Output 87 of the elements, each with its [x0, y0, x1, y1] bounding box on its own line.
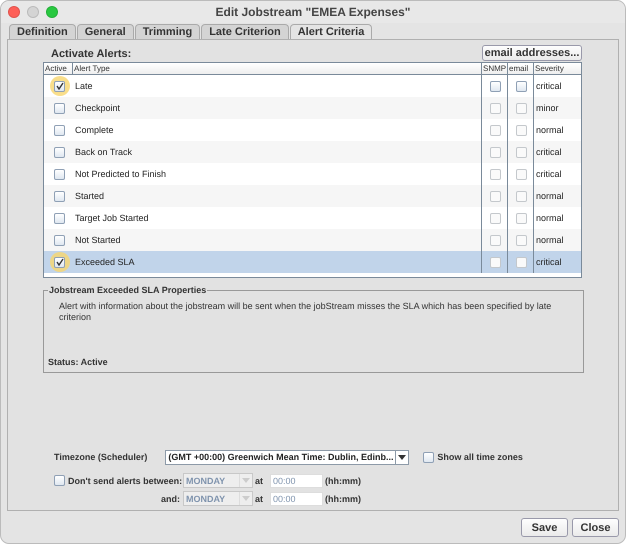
checkbox[interactable]: [54, 190, 65, 202]
save-button[interactable]: Save: [521, 518, 568, 537]
tab[interactable]: Definition: [9, 24, 76, 39]
checkbox[interactable]: [516, 80, 527, 92]
checkbox[interactable]: [490, 212, 501, 224]
caret-icon: [242, 496, 250, 501]
minimize-icon[interactable]: [27, 6, 39, 18]
checkbox[interactable]: [54, 146, 65, 158]
table-row[interactable]: Not Started normal: [44, 229, 581, 251]
checkbox[interactable]: [490, 234, 501, 246]
timezone-label: Timezone (Scheduler): [54, 452, 148, 462]
checkbox[interactable]: [516, 256, 527, 268]
at-label: at: [255, 494, 264, 504]
unit-label: (hh:mm): [325, 476, 362, 486]
caret-icon: [398, 454, 406, 460]
checkbox[interactable]: [516, 234, 527, 246]
table-cell: critical: [536, 147, 562, 157]
checkbox[interactable]: [54, 475, 65, 486]
table-cell: critical: [536, 169, 562, 179]
close-icon[interactable]: [8, 6, 20, 18]
column-header[interactable]: email: [508, 63, 534, 74]
checkbox[interactable]: [490, 168, 501, 180]
table-cell: Started: [75, 191, 104, 201]
description-text: Alert with information about the jobstream will be sent when the jobStream misses the SLA which has been specified by late criterion: [59, 301, 552, 323]
tab[interactable]: Alert Criteria: [290, 24, 372, 39]
email-addresses-button[interactable]: email addresses...: [482, 45, 582, 61]
table-cell: Not Predicted to Finish: [75, 169, 166, 179]
window-title: Edit Jobstream "EMEA Expenses": [216, 5, 410, 19]
timezone-dropdown[interactable]: (GMT +00:00) Greenwich Mean Time: Dublin, Edinb...: [165, 450, 410, 464]
checkbox[interactable]: [516, 190, 527, 202]
checkbox[interactable]: [54, 80, 65, 92]
table-cell: Complete: [75, 125, 114, 135]
table-cell: normal: [536, 191, 564, 201]
table-cell: critical: [536, 81, 562, 91]
column-header[interactable]: Active: [44, 63, 73, 74]
table-cell: Target Job Started: [75, 213, 149, 223]
checkbox[interactable]: [54, 212, 65, 224]
check-icon: [56, 258, 64, 266]
column-header[interactable]: Severity: [534, 63, 582, 74]
checkbox[interactable]: [490, 124, 501, 136]
and-label: and:: [161, 494, 180, 504]
table-row[interactable]: Checkpoint minor: [44, 97, 581, 119]
checkbox[interactable]: [423, 452, 434, 462]
status-text: Status: Active: [48, 357, 108, 367]
checkbox[interactable]: [516, 212, 527, 224]
table-cell: Not Started: [75, 235, 121, 245]
table-cell: Late: [75, 81, 93, 91]
zoom-icon[interactable]: [46, 6, 58, 18]
checkbox[interactable]: [516, 168, 527, 180]
section-label: Activate Alerts:: [51, 48, 132, 60]
table-cell: Checkpoint: [75, 103, 120, 113]
tab[interactable]: Late Criterion: [201, 24, 289, 39]
close-button[interactable]: Close: [572, 518, 619, 537]
column-header[interactable]: Alert Type: [73, 63, 482, 74]
table-cell: normal: [536, 125, 564, 135]
checkbox[interactable]: [516, 146, 527, 158]
table-row[interactable]: Exceeded SLA critical: [44, 251, 581, 273]
checkbox[interactable]: [516, 124, 527, 136]
table-cell: minor: [536, 103, 559, 113]
checkbox[interactable]: [490, 256, 501, 268]
check-icon: [56, 82, 64, 90]
column-header[interactable]: SNMP: [482, 63, 508, 74]
table-cell: critical: [536, 257, 562, 267]
checkbox[interactable]: [490, 146, 501, 158]
checkbox[interactable]: [490, 102, 501, 114]
table-row[interactable]: Started normal: [44, 185, 581, 207]
checkbox[interactable]: [490, 190, 501, 202]
group-title: Jobstream Exceeded SLA Properties: [48, 285, 208, 295]
table-cell: Exceeded SLA: [75, 257, 135, 267]
checkbox[interactable]: [54, 234, 65, 246]
dont-send-checkbox[interactable]: Don't send alerts between:: [54, 475, 183, 486]
table-cell: normal: [536, 213, 564, 223]
at-label: at: [255, 476, 264, 486]
table-row[interactable]: Back on Track critical: [44, 141, 581, 163]
checkbox[interactable]: [490, 80, 501, 92]
caret-icon: [242, 478, 250, 483]
show-all-checkbox[interactable]: Show all time zones: [423, 452, 523, 462]
tab[interactable]: Trimming: [134, 24, 200, 39]
tab[interactable]: General: [76, 24, 134, 39]
checkbox[interactable]: [54, 256, 65, 268]
checkbox[interactable]: [54, 124, 65, 136]
table-cell: normal: [536, 235, 564, 245]
checkbox[interactable]: [516, 102, 527, 114]
table-cell: Back on Track: [75, 147, 132, 157]
unit-label: (hh:mm): [325, 494, 362, 504]
checkbox[interactable]: [54, 168, 65, 180]
checkbox[interactable]: [54, 102, 65, 114]
